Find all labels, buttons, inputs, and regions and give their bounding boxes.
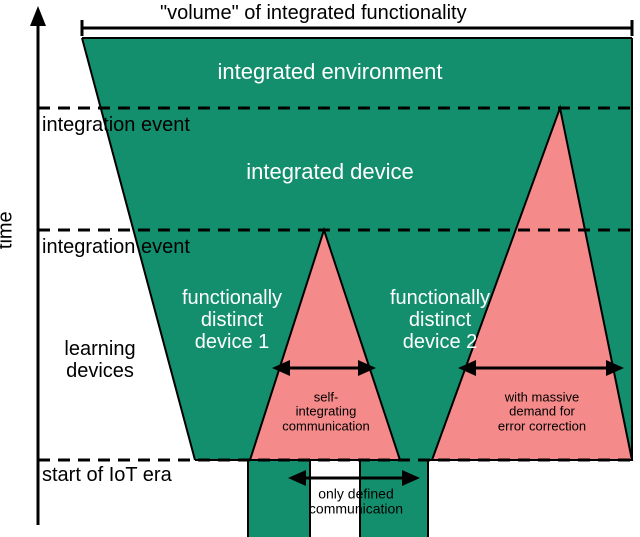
label-integration-event-lower: integration event <box>42 236 190 258</box>
label-device-1: functionally distinct device 1 <box>182 287 282 353</box>
green-region <box>82 38 632 537</box>
diagram-stage: time "volume" of integrated functionalit… <box>0 0 640 537</box>
y-axis-arrow <box>30 6 46 525</box>
label-only-defined: only defined communication <box>309 487 403 518</box>
y-axis-label: time <box>0 211 18 249</box>
label-start-iot: start of IoT era <box>42 464 172 486</box>
label-integrated-device: integrated device <box>246 160 414 184</box>
label-learning-devices: learning devices <box>64 338 135 382</box>
label-self-integrating: self- integrating communication <box>282 391 369 434</box>
bracket-label: "volume" of integrated functionality <box>160 2 467 24</box>
label-massive-demand: with massive demand for error correction <box>498 391 586 434</box>
label-device-2: functionally distinct device 2 <box>390 287 490 353</box>
label-integration-event-upper: integration event <box>42 114 190 136</box>
label-integrated-environment: integrated environment <box>217 60 442 84</box>
